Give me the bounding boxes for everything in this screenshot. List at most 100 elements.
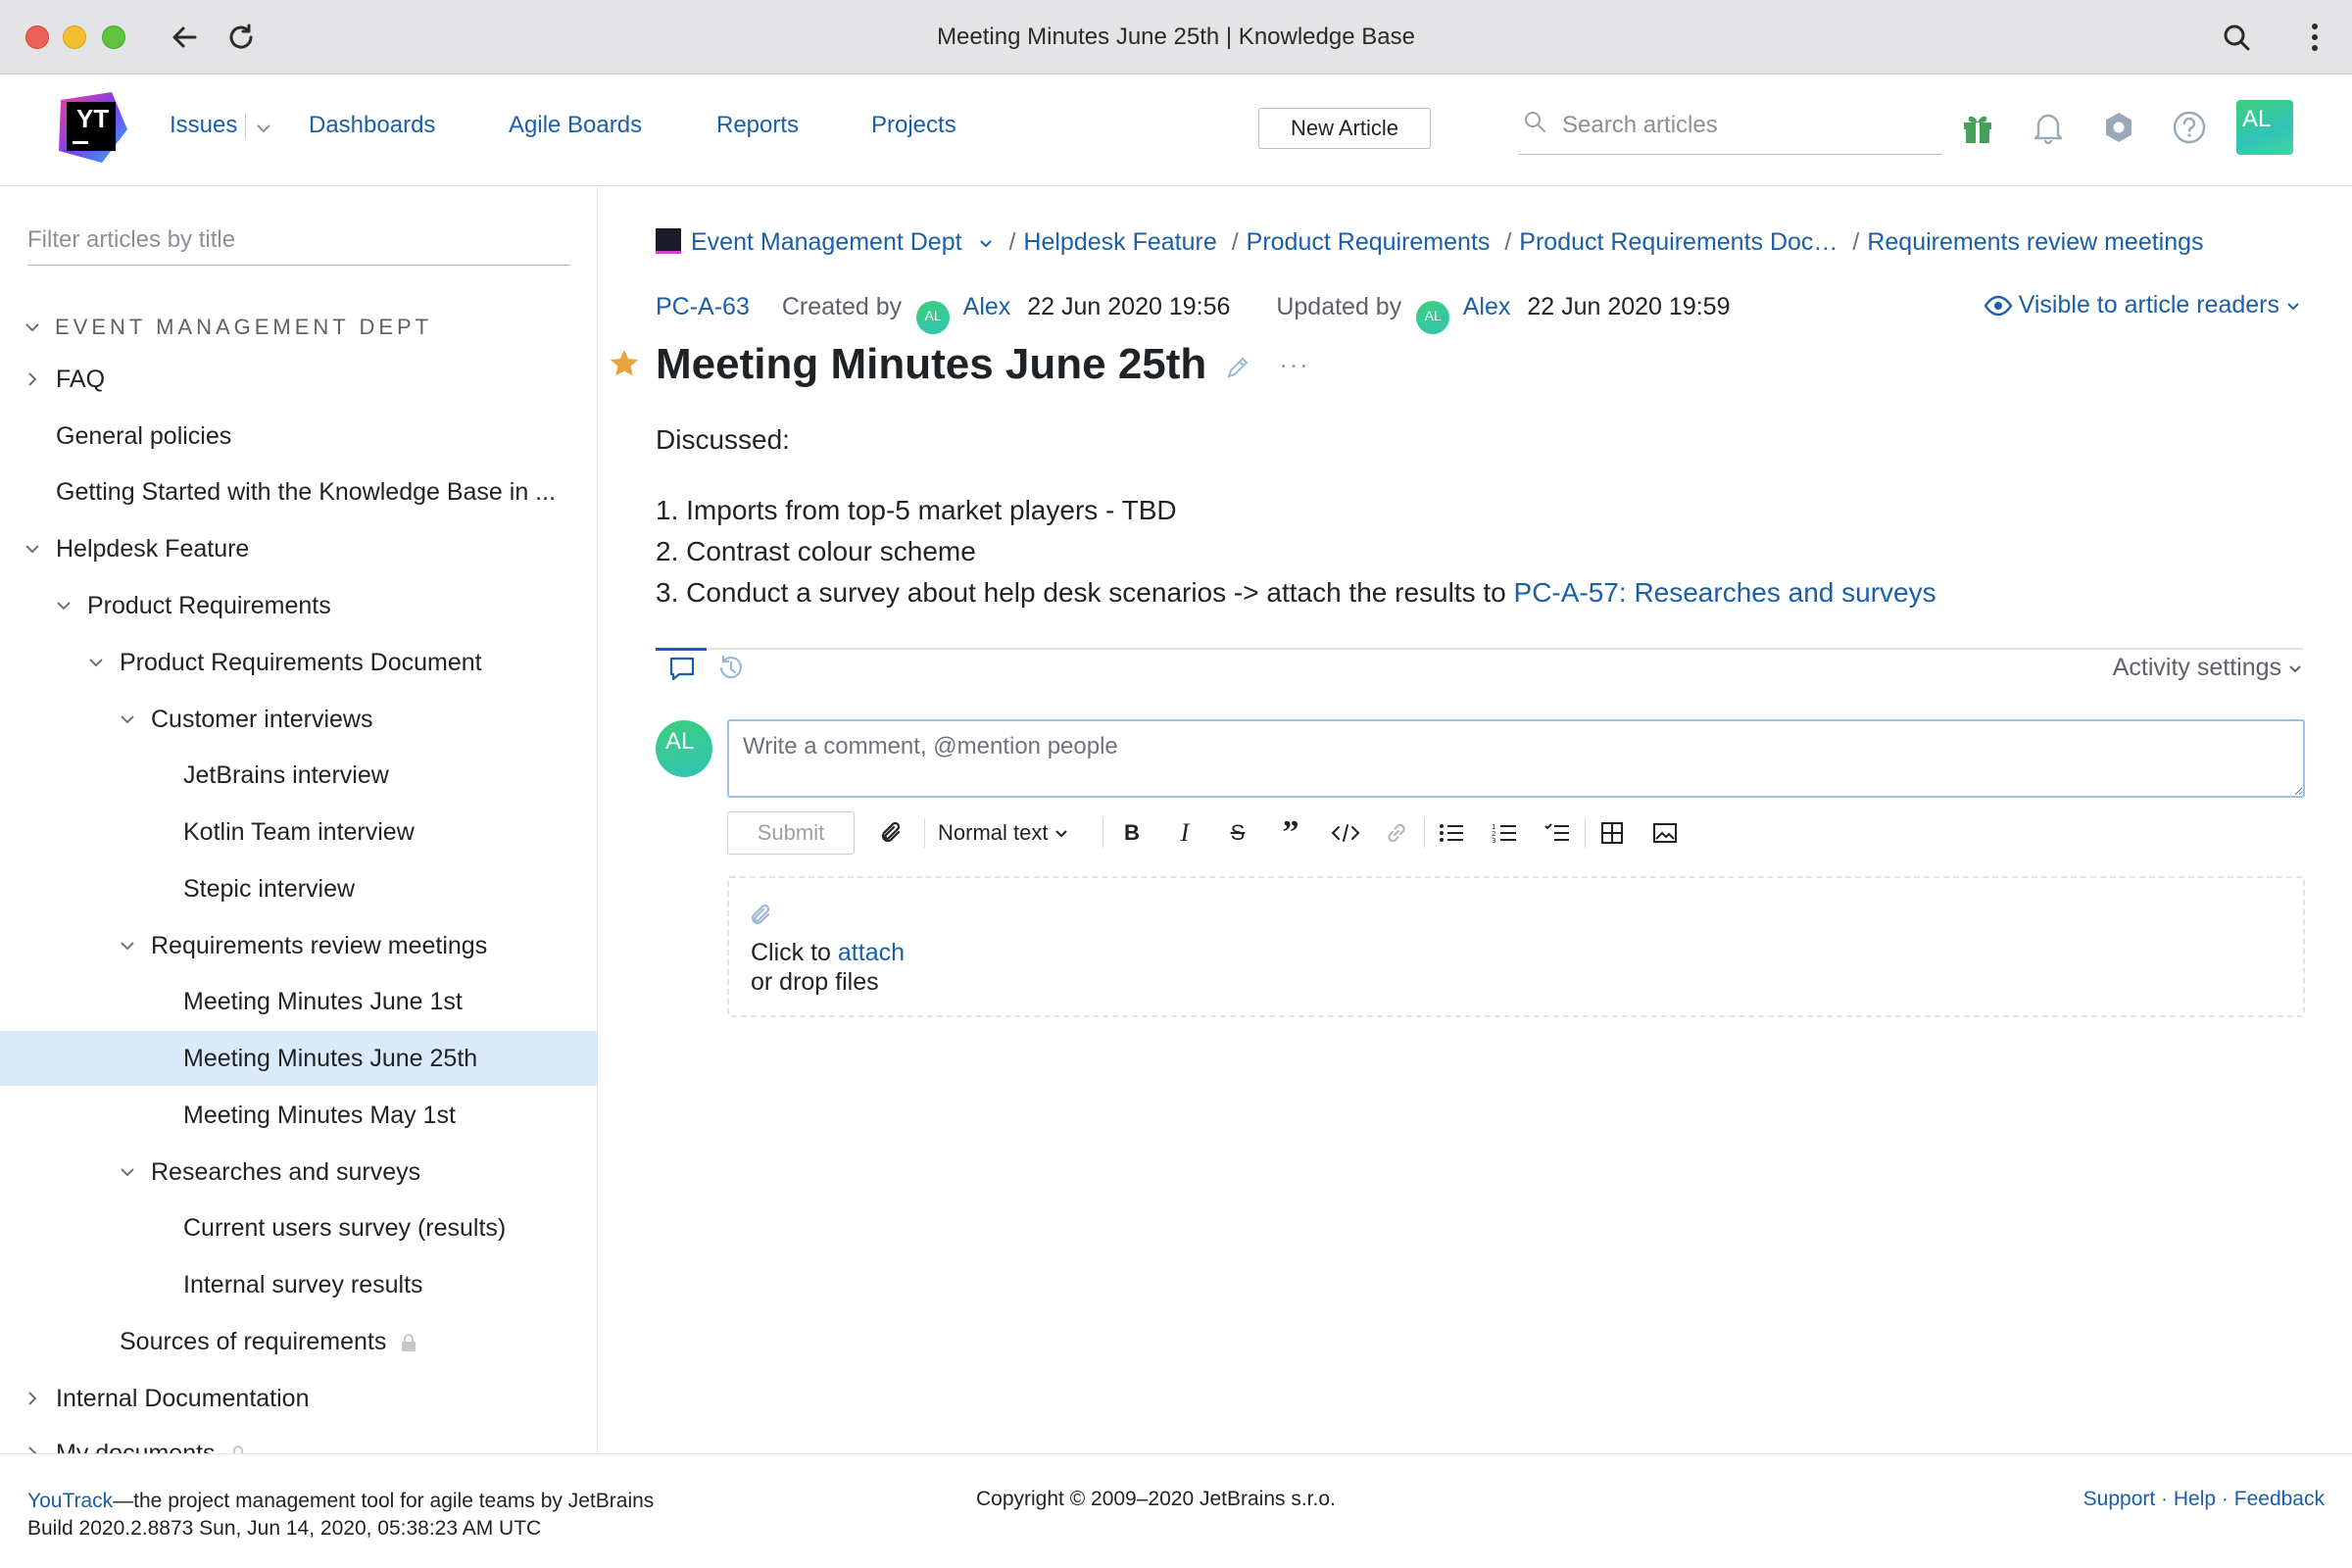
sidebar-item-jetbrains-interview[interactable]: JetBrains interview (0, 748, 597, 803)
attachment-drop-zone[interactable]: Click to attach or drop files (727, 876, 2305, 1017)
nav-dashboards[interactable]: Dashboards (309, 112, 435, 139)
article-id[interactable]: PC-A-63 (656, 293, 750, 320)
sidebar-item-stepic-interview[interactable]: Stepic interview (0, 861, 597, 916)
chevron-down-icon[interactable] (55, 597, 73, 614)
sidebar-item-sources-of-requirements[interactable]: Sources of requirements (0, 1314, 597, 1369)
chevron-down-icon[interactable] (24, 540, 41, 558)
youtrack-link[interactable]: YouTrack (27, 1490, 113, 1512)
sidebar-item-getting-started[interactable]: Getting Started with the Knowledge Base … (0, 465, 597, 519)
chevron-down-icon[interactable] (119, 710, 136, 728)
sidebar-item-product-requirements[interactable]: Product Requirements (0, 578, 597, 633)
help-link[interactable]: Help (2174, 1488, 2216, 1510)
more-options-icon[interactable]: ··· (1279, 351, 1308, 379)
chevron-right-icon[interactable] (24, 370, 41, 388)
new-article-button[interactable]: New Article (1258, 108, 1431, 149)
linked-article[interactable]: PC-A-57: Researches and surveys (1514, 577, 1936, 608)
chevron-right-icon[interactable] (24, 1445, 41, 1453)
sidebar-item-label: Current users survey (results) (183, 1214, 507, 1242)
insert-table-button[interactable] (1594, 814, 1630, 852)
link-button[interactable] (1379, 814, 1414, 852)
list-item: 3. Conduct a survey about help desk scen… (656, 577, 1936, 618)
bullet-list-icon (1440, 824, 1463, 842)
chevron-right-icon[interactable] (24, 1390, 41, 1407)
bold-button[interactable]: B (1114, 814, 1150, 852)
user-avatar[interactable]: AL (2236, 100, 2293, 155)
breadcrumb-product-requirements-doc[interactable]: Product Requirements Doc… (1519, 228, 1838, 256)
sidebar-item-meeting-minutes-june-1st[interactable]: Meeting Minutes June 1st (0, 974, 597, 1029)
creator-link[interactable]: Alex (963, 293, 1011, 320)
chevron-down-icon (2289, 664, 2301, 672)
sidebar-item-kotlin-team-interview[interactable]: Kotlin Team interview (0, 805, 597, 859)
code-button[interactable] (1326, 814, 1365, 852)
updater-link[interactable]: Alex (1463, 293, 1511, 320)
filter-articles-input[interactable] (27, 215, 570, 266)
sidebar-item-faq[interactable]: FAQ (0, 352, 597, 407)
activity-settings-dropdown[interactable]: Activity settings (2113, 654, 2303, 682)
sidebar-item-label: Product Requirements Document (120, 649, 482, 676)
visibility-dropdown[interactable]: Visible to article readers (1984, 291, 2301, 319)
nav-agile-boards[interactable]: Agile Boards (509, 112, 642, 139)
browser-menu-button[interactable] (2297, 20, 2332, 55)
search-input[interactable] (1562, 106, 1935, 145)
sidebar-item-current-users-survey[interactable]: Current users survey (results) (0, 1200, 597, 1255)
chevron-down-icon[interactable] (119, 937, 136, 955)
nav-reports[interactable]: Reports (716, 112, 799, 139)
italic-button[interactable]: I (1167, 814, 1202, 852)
sidebar-item-requirements-review-meetings[interactable]: Requirements review meetings (0, 918, 597, 973)
administration-button[interactable] (2099, 108, 2138, 147)
numbered-list-button[interactable]: 123 (1487, 814, 1522, 852)
sidebar-item-product-requirements-document[interactable]: Product Requirements Document (0, 635, 597, 690)
help-button[interactable] (2170, 108, 2209, 147)
attach-file-button[interactable] (875, 814, 910, 852)
checklist-button[interactable] (1540, 814, 1575, 852)
breadcrumb-helpdesk-feature[interactable]: Helpdesk Feature (1023, 228, 1216, 256)
sidebar-item-my-documents[interactable]: My documents (0, 1426, 597, 1453)
sidebar-item-meeting-minutes-may-1st[interactable]: Meeting Minutes May 1st (0, 1088, 597, 1143)
chevron-down-icon[interactable] (119, 1163, 136, 1181)
sidebar-item-helpdesk-feature[interactable]: Helpdesk Feature (0, 521, 597, 576)
sidebar-item-label: General policies (56, 422, 232, 450)
quote-button[interactable]: ” (1273, 814, 1308, 852)
pencil-icon[interactable] (1224, 354, 1251, 381)
bell-icon (2034, 114, 2063, 145)
magnifier-icon (2224, 24, 2250, 51)
nav-separator (245, 114, 246, 139)
submit-comment-button[interactable]: Submit (727, 811, 855, 855)
list-item-text: Conduct a survey about help desk scenari… (686, 577, 1514, 608)
sidebar-item-meeting-minutes-june-25th[interactable]: Meeting Minutes June 25th (0, 1031, 597, 1086)
sidebar-item-customer-interviews[interactable]: Customer interviews (0, 692, 597, 747)
breadcrumb-separator: / (1231, 228, 1239, 256)
notifications-button[interactable] (2029, 108, 2068, 147)
text-style-dropdown[interactable]: Normal text (938, 814, 1095, 852)
comments-tab-icon[interactable] (665, 652, 699, 685)
nav-projects[interactable]: Projects (871, 112, 956, 139)
attach-link[interactable]: attach (838, 939, 905, 966)
insert-image-button[interactable] (1647, 814, 1683, 852)
nav-issues[interactable]: Issues (170, 112, 237, 139)
chevron-down-icon[interactable] (253, 118, 274, 139)
chevron-down-icon[interactable] (977, 234, 995, 252)
star-icon[interactable] (609, 348, 640, 379)
bullet-list-button[interactable] (1434, 814, 1469, 852)
toolbar-separator (924, 818, 925, 848)
chevron-down-icon[interactable] (24, 318, 41, 336)
feedback-link[interactable]: Feedback (2234, 1488, 2325, 1510)
sidebar-item-internal-survey-results[interactable]: Internal survey results (0, 1257, 597, 1312)
sidebar-item-researches-and-surveys[interactable]: Researches and surveys (0, 1145, 597, 1200)
support-link[interactable]: Support (2083, 1488, 2156, 1510)
sidebar-item-internal-documentation[interactable]: Internal Documentation (0, 1371, 597, 1426)
sidebar-item-general-policies[interactable]: General policies (0, 409, 597, 464)
youtrack-logo[interactable]: YT (55, 90, 129, 165)
chevron-down-icon[interactable] (87, 654, 105, 671)
sidebar-item-label-wrap: My documents (56, 1440, 246, 1453)
numbered-list-icon: 123 (1492, 823, 1516, 844)
history-tab-icon[interactable] (714, 652, 748, 685)
breadcrumb-requirements-review-meetings[interactable]: Requirements review meetings (1867, 228, 2203, 256)
browser-search-button[interactable] (2219, 20, 2254, 55)
whats-new-button[interactable] (1958, 108, 1997, 147)
sidebar-item-label: Requirements review meetings (151, 932, 488, 959)
strikethrough-button[interactable]: S (1220, 814, 1255, 852)
comment-input[interactable] (727, 719, 2305, 798)
breadcrumb-product-requirements[interactable]: Product Requirements (1247, 228, 1491, 256)
breadcrumb-project[interactable]: Event Management Dept (691, 228, 962, 256)
